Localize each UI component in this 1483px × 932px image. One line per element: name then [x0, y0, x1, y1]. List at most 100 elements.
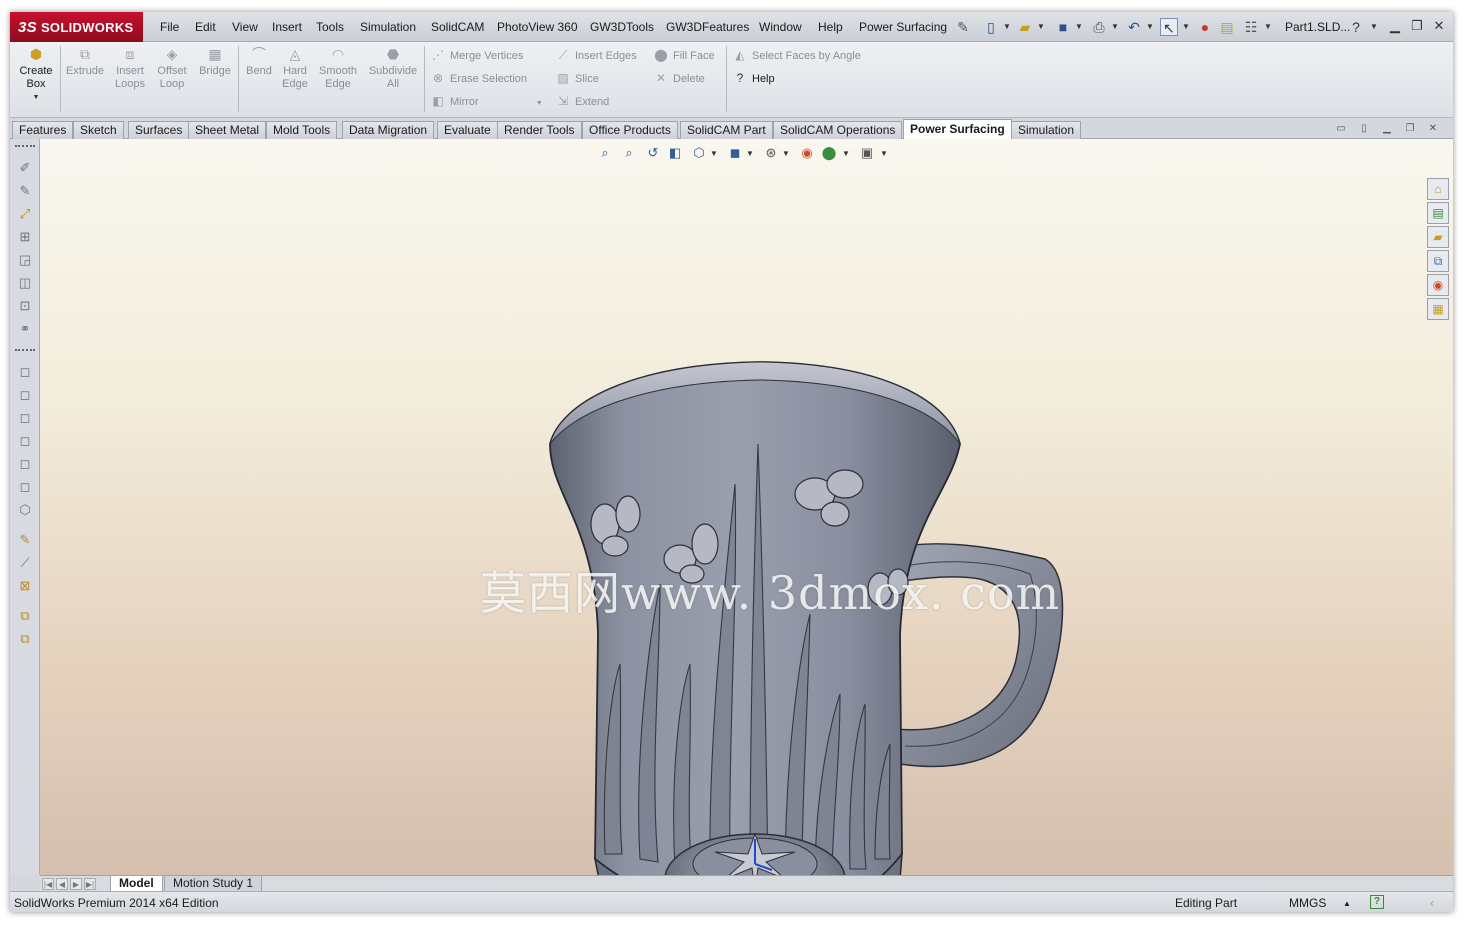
tab-power-surfacing[interactable]: Power Surfacing	[903, 119, 1012, 140]
view-front-icon[interactable]: ◻	[16, 363, 34, 381]
mass-properties-icon[interactable]: ⊠	[16, 577, 34, 595]
viewport-close-icon[interactable]: ✕	[1426, 123, 1440, 135]
view-isometric-icon[interactable]: ⬡	[16, 501, 34, 519]
design-library-icon[interactable]: ▤	[1427, 202, 1449, 224]
extrude-button[interactable]: ⧉ Extrude	[64, 46, 106, 78]
smooth-edge-button[interactable]: ◠ Smooth Edge	[315, 46, 361, 91]
appearances-icon[interactable]: ◉	[1427, 274, 1449, 296]
select-dropdown-icon[interactable]: ▼	[1182, 22, 1190, 31]
edit-appearance-icon[interactable]: ✎	[16, 531, 34, 549]
smart-dimension-icon[interactable]: ⤢	[16, 205, 34, 223]
file-explorer-icon[interactable]: ▰	[1427, 226, 1449, 248]
tab-model[interactable]: Model	[110, 876, 163, 892]
tab-office-products[interactable]: Office Products	[582, 121, 678, 139]
menu-help[interactable]: Help	[818, 20, 843, 34]
print-dropdown-icon[interactable]: ▼	[1111, 22, 1119, 31]
unit-system[interactable]: MMGS	[1289, 896, 1326, 910]
sketch-link-icon[interactable]: ⚭	[16, 320, 34, 338]
menu-power-surfacing[interactable]: Power Surfacing	[859, 20, 947, 34]
menu-simulation[interactable]: Simulation	[360, 20, 416, 34]
toolbar-grip[interactable]	[15, 145, 35, 147]
menu-insert[interactable]: Insert	[272, 20, 302, 34]
view-settings-dropdown-icon[interactable]: ▼	[880, 149, 888, 158]
save-icon[interactable]: ■	[1054, 18, 1072, 36]
help-button[interactable]: ? Help	[732, 71, 775, 85]
undo-dropdown-icon[interactable]: ▼	[1146, 22, 1154, 31]
print-icon[interactable]: ⎙	[1090, 18, 1108, 36]
tab-sketch[interactable]: Sketch	[73, 121, 124, 139]
first-tab-icon[interactable]: |◀	[42, 878, 54, 890]
measure-icon[interactable]: ⟋	[16, 554, 34, 572]
menu-gw3dfeatures[interactable]: GW3DFeatures	[666, 20, 749, 34]
unit-arrow-icon[interactable]: ▲	[1343, 899, 1351, 908]
collapse-status-icon[interactable]: ‹	[1430, 896, 1434, 910]
tab-motion-study[interactable]: Motion Study 1	[164, 876, 263, 892]
view-left-icon[interactable]: ◻	[16, 409, 34, 427]
relations-icon[interactable]: ⊞	[16, 228, 34, 246]
view-settings-icon[interactable]: ▣	[858, 144, 876, 162]
tab-surfaces[interactable]: Surfaces	[128, 121, 190, 139]
sketch-grid-icon[interactable]: ⊡	[16, 297, 34, 315]
view-top-icon[interactable]: ◻	[16, 455, 34, 473]
tab-data-migration[interactable]: Data Migration	[342, 121, 435, 139]
insert-loops-button[interactable]: ⧈ Insert Loops	[110, 46, 150, 91]
view-orientation-icon[interactable]: ⬡	[690, 144, 708, 162]
menu-file[interactable]: File	[160, 20, 179, 34]
solidworks-logo[interactable]: 3S SOLIDWORKS	[10, 12, 143, 42]
hide-show-icon[interactable]: ⧉	[16, 630, 34, 648]
tab-features[interactable]: Features	[12, 121, 74, 139]
help-question-icon[interactable]: ?	[1347, 18, 1365, 36]
hide-show-dropdown-icon[interactable]: ▼	[782, 149, 790, 158]
graphics-area[interactable]: 莫西网www. 3dmox. com Y X	[40, 139, 1453, 875]
delete-button[interactable]: ✕ Delete	[653, 71, 705, 85]
view-palette-icon[interactable]: ⧉	[1427, 250, 1449, 272]
file-properties-icon[interactable]: ▤	[1218, 18, 1236, 36]
sketch-edit-icon[interactable]: ✎	[16, 182, 34, 200]
zoom-to-area-icon[interactable]: ⌕	[620, 144, 638, 162]
quick-tips-icon[interactable]: ?	[1370, 895, 1384, 909]
menu-edit[interactable]: Edit	[195, 20, 216, 34]
section-view-icon[interactable]: ◧	[666, 144, 684, 162]
hard-edge-button[interactable]: ◬ Hard Edge	[278, 46, 312, 91]
bend-button[interactable]: ⌒ Bend	[242, 46, 276, 78]
new-document-icon[interactable]: ▯	[982, 18, 1000, 36]
display-states-icon[interactable]: ⧉	[16, 607, 34, 625]
open-dropdown-icon[interactable]: ▼	[1037, 22, 1045, 31]
erase-selection-button[interactable]: ⊗ Erase Selection	[430, 71, 527, 85]
tab-render-tools[interactable]: Render Tools	[497, 121, 582, 139]
last-tab-icon[interactable]: ▶|	[84, 878, 96, 890]
tile-horizontal-icon[interactable]: ▭	[1334, 123, 1348, 135]
menu-gw3dtools[interactable]: GW3DTools	[590, 20, 654, 34]
sketch-fillet-icon[interactable]: ◲	[16, 251, 34, 269]
tab-evaluate[interactable]: Evaluate	[437, 121, 498, 139]
create-box-dropdown-icon[interactable]: ▼	[16, 91, 56, 104]
viewport-restore-icon[interactable]: ❐	[1403, 123, 1417, 135]
view-bottom-icon[interactable]: ◻	[16, 478, 34, 496]
offset-loop-button[interactable]: ◈ Offset Loop	[152, 46, 192, 91]
sketch-tool-icon[interactable]: ✐	[16, 159, 34, 177]
fill-face-button[interactable]: ⬤ Fill Face	[653, 48, 714, 62]
rebuild-icon[interactable]: ●	[1196, 18, 1214, 36]
view-orientation-dropdown-icon[interactable]: ▼	[710, 149, 718, 158]
hide-show-items-icon[interactable]: ⊛	[762, 144, 780, 162]
next-tab-icon[interactable]: ▶	[70, 878, 82, 890]
display-style-icon[interactable]: ◼	[726, 144, 744, 162]
solidworks-resources-icon[interactable]: ⌂	[1427, 178, 1449, 200]
new-dropdown-icon[interactable]: ▼	[1003, 22, 1011, 31]
merge-vertices-button[interactable]: ⋰ Merge Vertices	[430, 48, 523, 62]
tab-solidcam-part[interactable]: SolidCAM Part	[680, 121, 773, 139]
menu-photoview[interactable]: PhotoView 360	[497, 20, 578, 34]
view-right-icon[interactable]: ◻	[16, 432, 34, 450]
sketch-plane-icon[interactable]: ◫	[16, 274, 34, 292]
apply-scene-dropdown-icon[interactable]: ▼	[842, 149, 850, 158]
menu-view[interactable]: View	[232, 20, 258, 34]
mirror-button[interactable]: ◧ Mirror ▼	[430, 94, 543, 108]
tab-solidcam-operations[interactable]: SolidCAM Operations	[773, 121, 903, 139]
minimize-icon[interactable]: ▁	[1386, 17, 1404, 35]
subdivide-all-button[interactable]: ⬣ Subdivide All	[364, 46, 422, 91]
restore-icon[interactable]: ❐	[1408, 17, 1426, 35]
display-style-dropdown-icon[interactable]: ▼	[746, 149, 754, 158]
select-pointer-icon[interactable]: ↖	[1160, 18, 1178, 36]
mirror-dropdown-icon[interactable]: ▼	[536, 100, 543, 107]
view-back-icon[interactable]: ◻	[16, 386, 34, 404]
